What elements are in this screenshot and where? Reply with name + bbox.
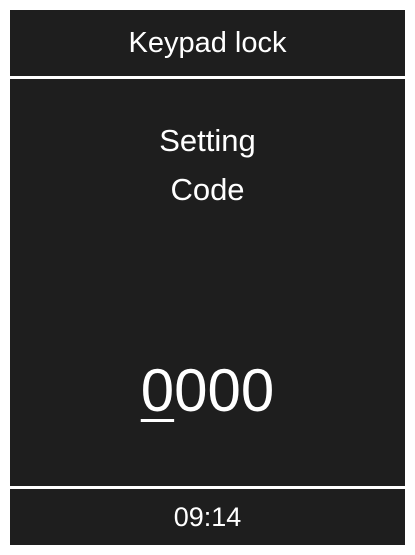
- page-title: Keypad lock: [128, 27, 287, 59]
- setting-label: Setting: [159, 123, 256, 158]
- code-digit-4[interactable]: 0: [241, 356, 274, 426]
- clock-time: 09:14: [173, 502, 242, 532]
- code-label: Code: [170, 172, 245, 207]
- code-digit-3[interactable]: 0: [208, 356, 241, 426]
- device-screen: Keypad lock Setting Code 0000 09:14: [10, 10, 405, 545]
- code-digit-2[interactable]: 0: [174, 356, 207, 426]
- code-entry[interactable]: 0000: [10, 356, 405, 426]
- header-divider: [10, 76, 405, 79]
- code-digit-1[interactable]: 0: [141, 356, 174, 426]
